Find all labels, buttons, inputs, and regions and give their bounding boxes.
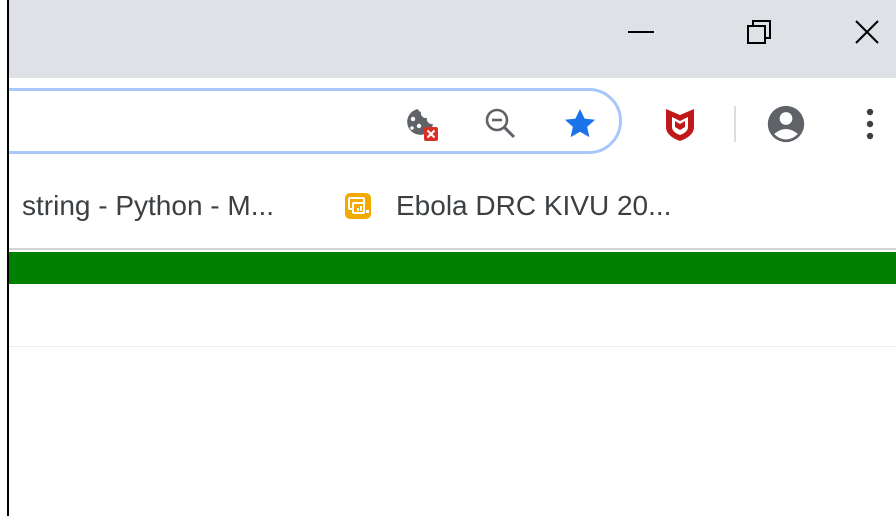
bookmark-item[interactable]: string - Python - M... [22,186,274,226]
account-avatar-icon [767,105,805,143]
minimize-button[interactable] [610,0,672,64]
cookies-blocked-button[interactable] [402,104,442,144]
close-icon [855,20,879,44]
page-divider [0,346,896,347]
window-frame-edge [0,0,9,516]
browser-menu-button[interactable] [850,104,890,144]
bookmark-label: string - Python - M... [22,190,275,221]
zoom-out-icon [485,108,516,139]
restore-button[interactable] [728,0,790,64]
bookmark-label: Ebola DRC KIVU 20... [396,190,672,221]
kebab-menu-icon [866,108,874,140]
cookie-blocked-icon [407,109,438,141]
bookmark-item[interactable]: Ebola DRC KIVU 20... [344,186,671,226]
address-bar[interactable] [0,88,622,154]
profile-button[interactable] [766,104,806,144]
dashboard-favicon [344,192,372,220]
bookmark-star-button[interactable] [560,104,600,144]
mcafee-shield-icon [666,109,694,141]
toolbar-divider [734,106,736,142]
minimize-icon [628,31,654,33]
restore-icon [747,20,771,44]
browser-toolbar [0,78,896,170]
page-banner [0,252,896,284]
title-bar [0,0,896,78]
zoom-button[interactable] [481,104,521,144]
mcafee-extension-button[interactable] [660,104,700,144]
close-button[interactable] [836,0,896,64]
bookmarks-bar: string - Python - M... Ebola DRC KIVU 20… [0,170,896,250]
bookmark-star-icon [564,108,596,138]
